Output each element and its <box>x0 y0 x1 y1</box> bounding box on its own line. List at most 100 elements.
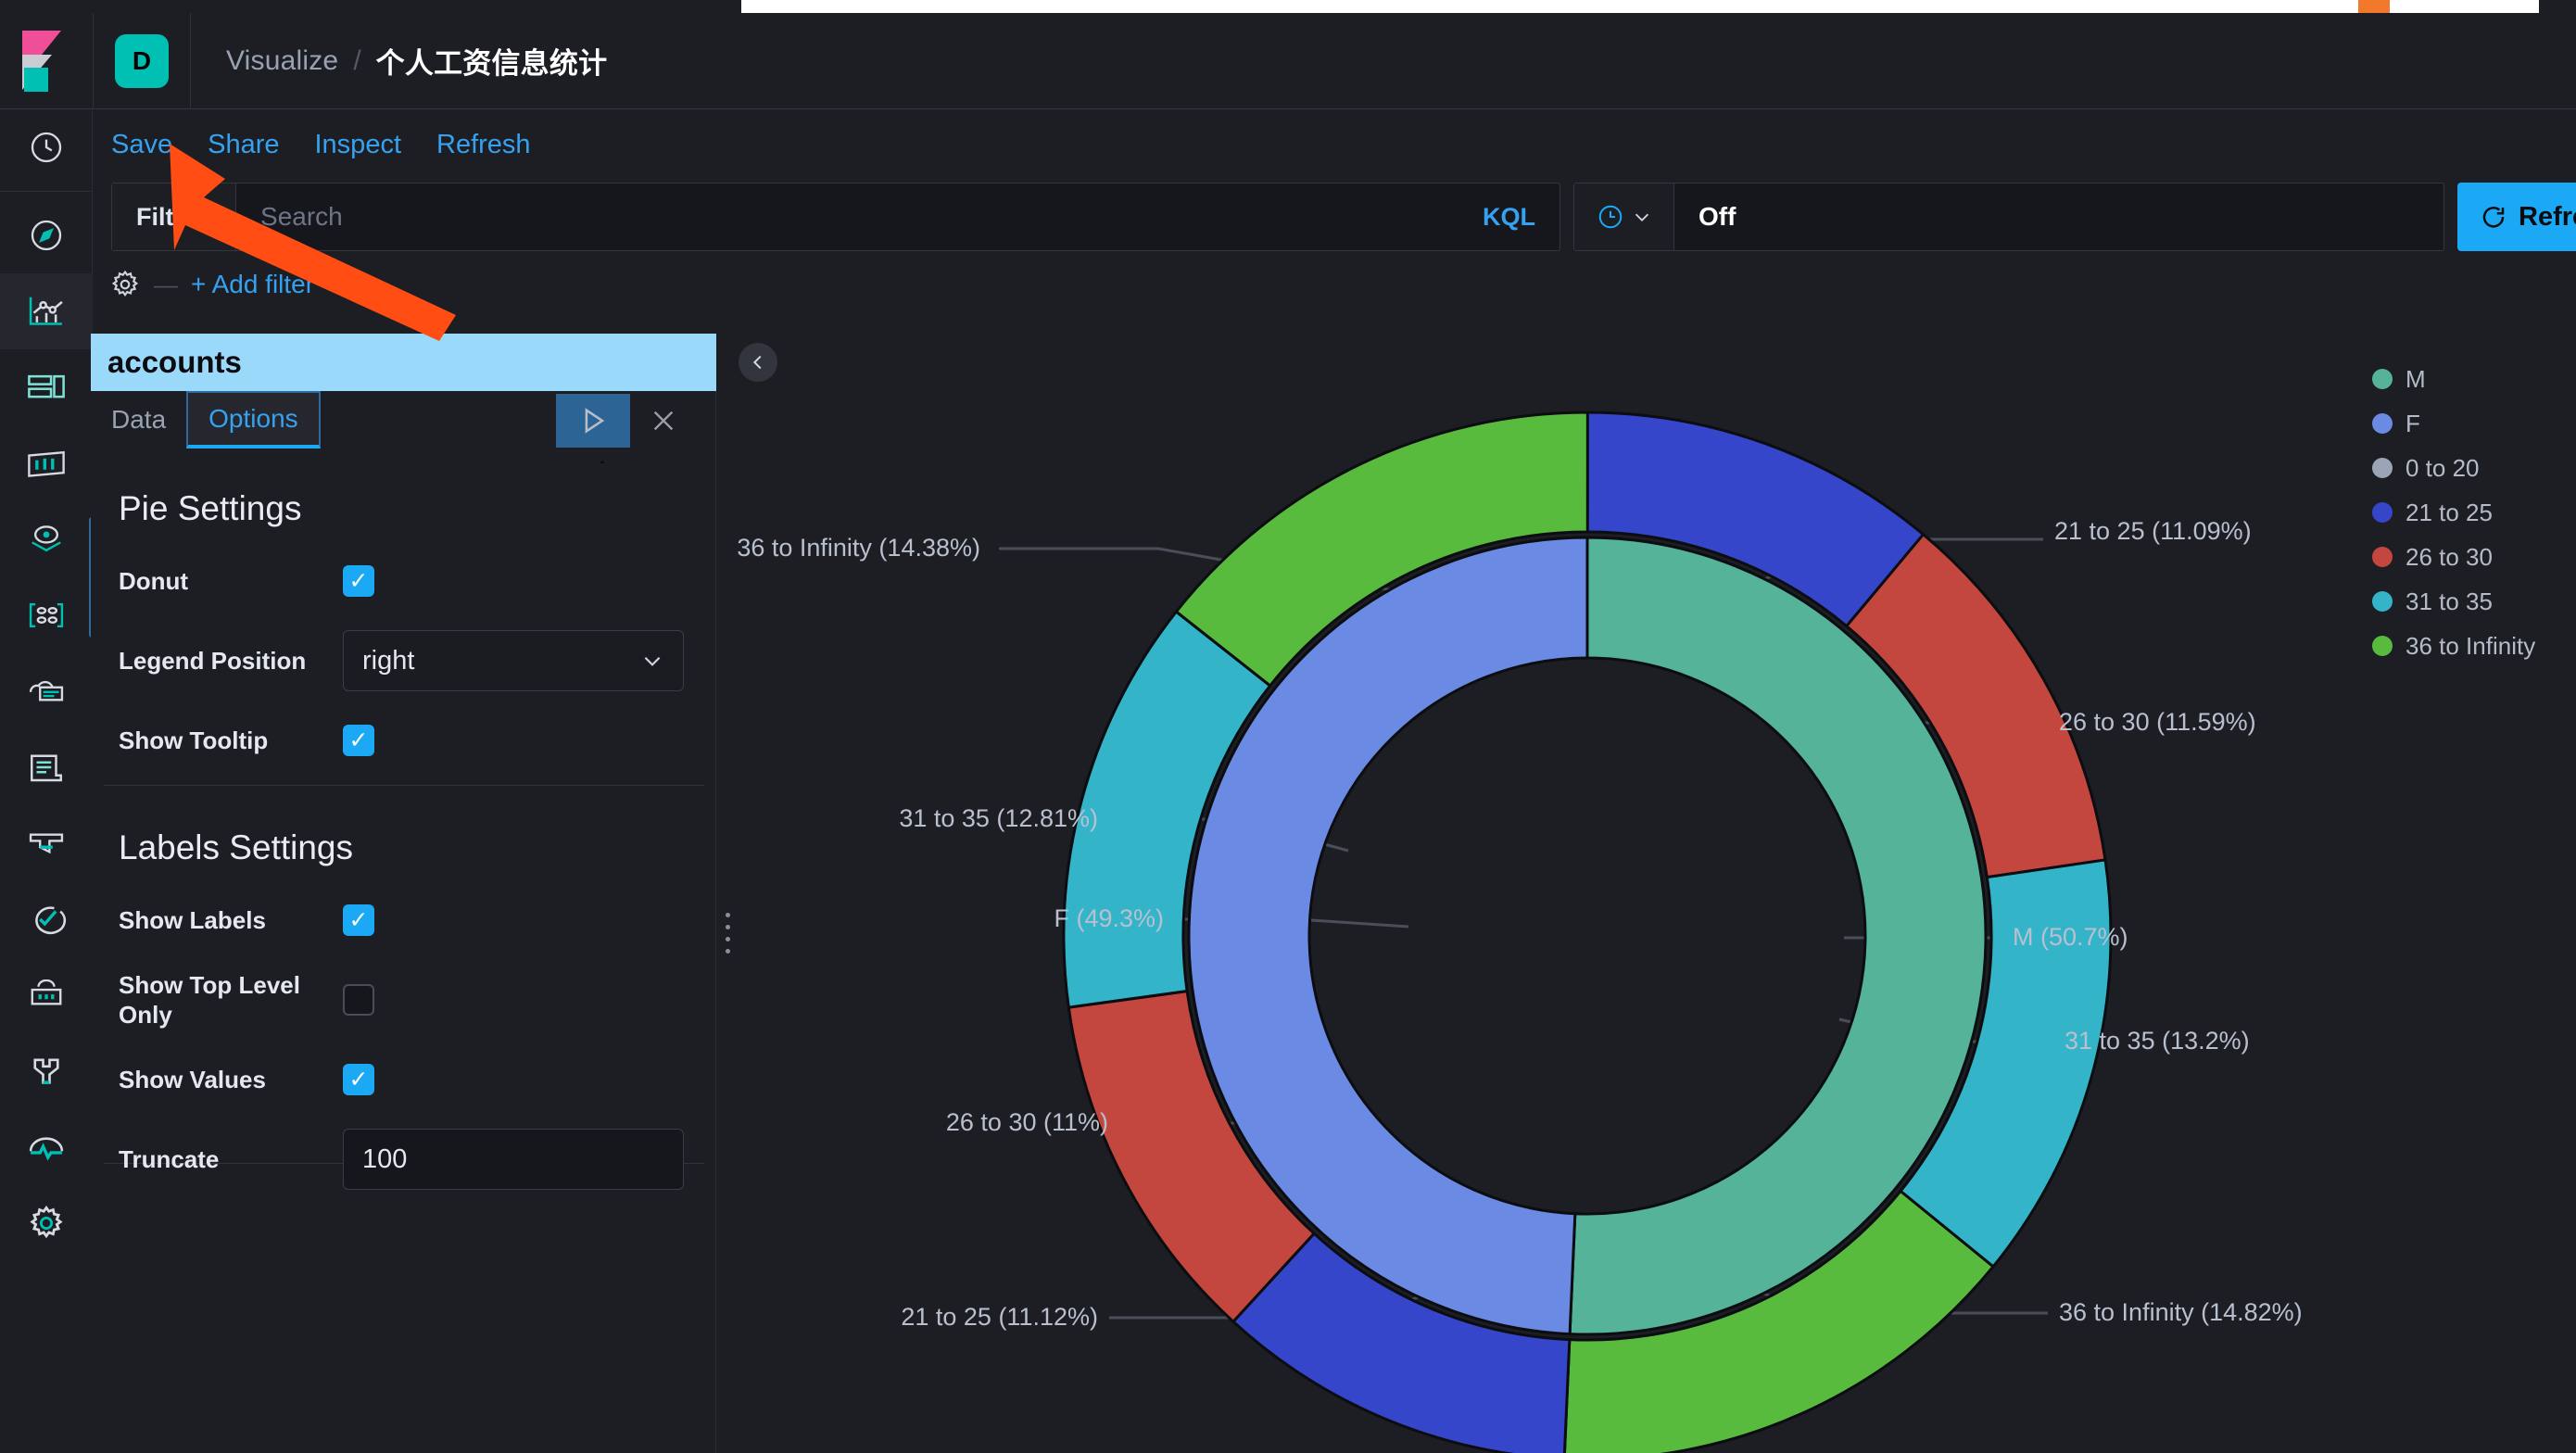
sidebar-item-logs[interactable] <box>0 729 93 805</box>
search-input[interactable]: Search <box>236 183 1483 250</box>
donut-chart[interactable]: 36 to Infinity (14.38%) 21 to 25 (11.09%)… <box>716 334 2576 1453</box>
nav-separator <box>0 191 93 192</box>
query-bar-row: Filters Search KQL Off Refresh <box>93 179 2576 255</box>
legend-item[interactable]: 0 to 20 <box>2372 446 2576 490</box>
donut-callout-label: 36 to Infinity (14.82%) <box>2059 1298 2303 1326</box>
sidebar-item-recently-viewed[interactable] <box>0 109 93 185</box>
legend-item-label: 21 to 25 <box>2406 499 2493 527</box>
save-button[interactable]: Save <box>111 130 172 160</box>
kibana-logo-icon[interactable] <box>0 13 93 109</box>
legend-item-label: 0 to 20 <box>2406 454 2480 483</box>
global-header: D Visualize / 个人工资信息统计 <box>0 13 2576 109</box>
update-refresh-button[interactable]: Refresh <box>2457 183 2576 251</box>
refresh-interval-value[interactable]: Off <box>1674 202 1736 232</box>
space-avatar[interactable]: D <box>94 13 190 109</box>
sidebar-item-dev-tools[interactable] <box>0 1033 93 1109</box>
apm-icon <box>26 828 67 859</box>
filter-dash: — <box>154 271 178 299</box>
browser-tab-gap <box>0 0 741 13</box>
play-triangle-icon <box>577 405 609 436</box>
sidebar-item-dashboard[interactable] <box>0 349 93 425</box>
sidebar-item-infrastructure[interactable] <box>0 653 93 729</box>
visualize-chart-icon <box>26 293 67 330</box>
setting-label-show-labels: Show Labels <box>119 905 343 936</box>
donut-callout-label: 21 to 25 (11.09%) <box>2054 517 2252 545</box>
legend-item[interactable]: 36 to Infinity <box>2372 624 2576 668</box>
legend-position-select[interactable]: right <box>343 630 684 691</box>
share-button[interactable]: Share <box>208 130 279 160</box>
editor-tab-actions <box>556 394 689 448</box>
query-language-badge[interactable]: KQL <box>1483 203 1559 232</box>
gear-icon[interactable] <box>109 269 141 300</box>
show-tooltip-checkbox[interactable]: ✓ <box>343 725 374 756</box>
legend-position-value: right <box>362 646 414 676</box>
sidebar-item-monitoring[interactable] <box>0 1109 93 1185</box>
legend-item[interactable]: 21 to 25 <box>2372 490 2576 535</box>
maps-layers-icon <box>26 522 67 557</box>
setting-label-show-top-level-only: Show Top Level Only <box>119 970 343 1030</box>
uptime-check-icon <box>26 903 67 936</box>
chevron-down-icon <box>1632 207 1652 227</box>
sidebar-item-visualize[interactable] <box>0 273 93 349</box>
show-top-level-only-checkbox[interactable] <box>343 984 374 1016</box>
sidebar-item-uptime[interactable] <box>0 881 93 957</box>
tab-options[interactable]: Options <box>186 391 321 449</box>
labels-settings-card: Labels Settings Show Labels ✓ Show Top L… <box>104 802 704 1164</box>
legend-item-label: M <box>2406 365 2426 394</box>
refresh-cycle-icon <box>2480 203 2507 231</box>
setting-donut: Donut ✓ <box>104 541 704 621</box>
legend-color-swatch <box>2372 547 2393 567</box>
apply-changes-button[interactable] <box>556 394 630 448</box>
donut-callout-label: 31 to 35 (12.81%) <box>899 804 1098 832</box>
chevron-down-icon <box>640 649 664 673</box>
sidebar-item-discover[interactable] <box>0 197 93 273</box>
monitoring-heartbeat-icon <box>26 1131 67 1163</box>
close-icon <box>649 406 678 436</box>
legend-item[interactable]: F <box>2372 401 2576 446</box>
machine-learning-icon <box>26 598 67 633</box>
infrastructure-cloud-icon <box>26 676 67 707</box>
show-values-checkbox[interactable]: ✓ <box>343 1064 374 1095</box>
sidebar-item-management[interactable] <box>0 1185 93 1261</box>
browser-chrome-strip <box>0 0 2576 13</box>
query-bar: Filters Search KQL <box>111 183 1560 251</box>
clock-icon <box>1597 203 1624 231</box>
setting-truncate: Truncate 100 <box>104 1119 704 1199</box>
sidebar-item-maps[interactable] <box>0 501 93 577</box>
canvas-icon <box>26 447 67 480</box>
show-labels-checkbox[interactable]: ✓ <box>343 904 374 936</box>
siem-security-icon <box>26 979 67 1011</box>
close-editor-button[interactable] <box>638 394 689 448</box>
setting-show-values: Show Values ✓ <box>104 1040 704 1119</box>
filter-bar: — + Add filter <box>93 258 2576 311</box>
legend-item-label: F <box>2406 410 2420 438</box>
legend-item[interactable]: 31 to 35 <box>2372 579 2576 624</box>
inspect-button[interactable]: Inspect <box>315 130 402 160</box>
filters-button[interactable]: Filters <box>112 183 236 250</box>
legend-item[interactable]: 26 to 30 <box>2372 535 2576 579</box>
add-filter-button[interactable]: + Add filter <box>191 270 314 299</box>
legend-color-swatch <box>2372 458 2393 478</box>
browser-right-edge <box>2539 0 2576 13</box>
sidebar-item-canvas[interactable] <box>0 425 93 501</box>
legend-item[interactable]: M <box>2372 357 2576 401</box>
donut-callout-label: 26 to 30 (11.59%) <box>2059 708 2256 736</box>
setting-label-donut: Donut <box>119 566 343 597</box>
legend-color-swatch <box>2372 636 2393 656</box>
truncate-input[interactable]: 100 <box>343 1129 684 1190</box>
sidebar-item-machine-learning[interactable] <box>0 577 93 653</box>
logs-document-icon <box>27 750 66 785</box>
tab-data[interactable]: Data <box>91 391 186 449</box>
refresh-button[interactable]: Refresh <box>436 130 531 160</box>
sidebar-item-apm[interactable] <box>0 805 93 881</box>
legend-color-swatch <box>2372 413 2393 434</box>
donut-checkbox[interactable]: ✓ <box>343 565 374 597</box>
legend-item-label: 36 to Infinity <box>2406 632 2535 661</box>
discover-compass-icon <box>28 217 65 254</box>
time-picker-quick-menu[interactable] <box>1574 183 1674 250</box>
space-avatar-initial: D <box>115 34 169 88</box>
sidebar-item-siem[interactable] <box>0 957 93 1033</box>
donut-callout-label: 36 to Infinity (14.38%) <box>737 534 980 562</box>
index-pattern-title[interactable]: accounts <box>91 334 716 391</box>
breadcrumb-visualize[interactable]: Visualize <box>226 45 338 77</box>
